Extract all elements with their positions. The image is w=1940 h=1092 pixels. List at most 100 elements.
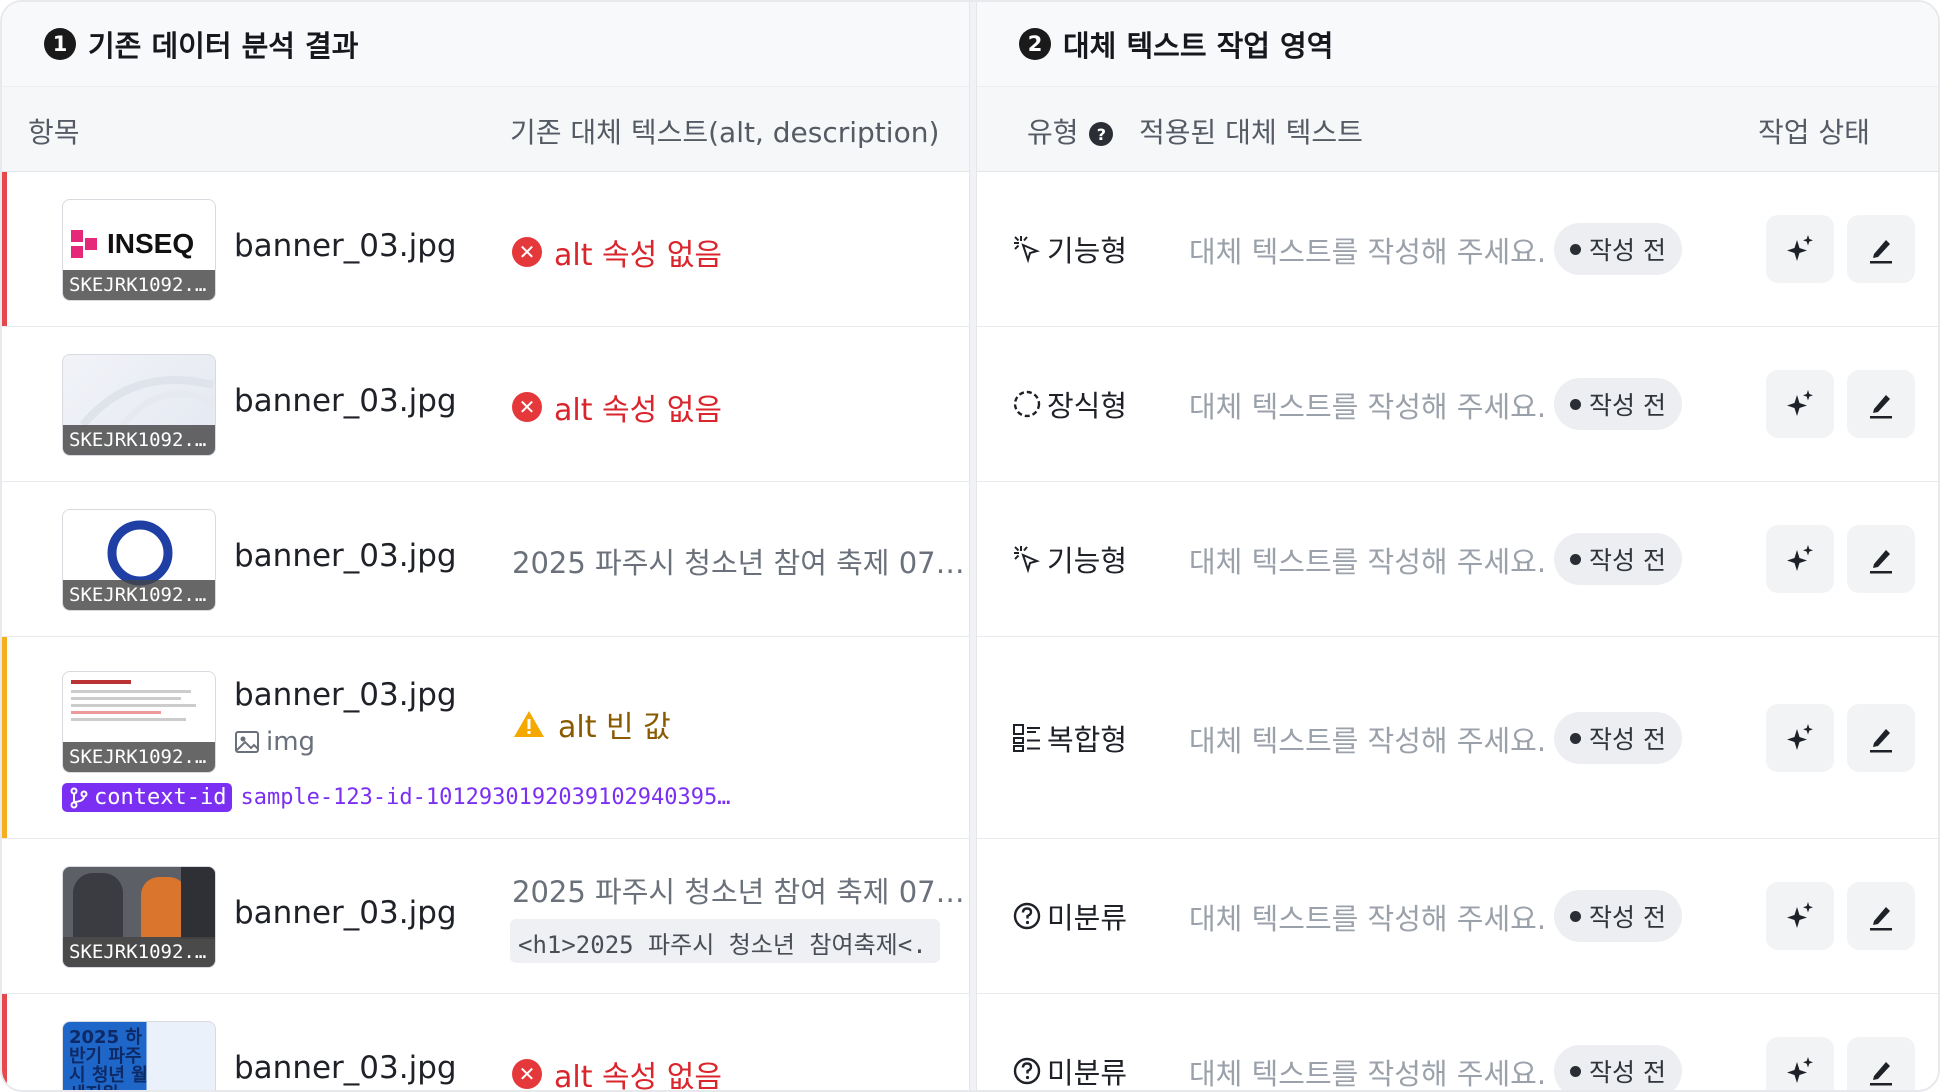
work-row: 기능형 대체 텍스트를 작성해 주세요. 작성 전 <box>977 482 1938 637</box>
dashed-circle-icon <box>1013 390 1041 418</box>
photo-person-shape <box>73 873 123 937</box>
element-type: img <box>234 727 315 757</box>
ai-generate-button[interactable] <box>1766 1037 1834 1090</box>
pencil-icon <box>1870 907 1892 931</box>
ai-generate-button[interactable] <box>1766 215 1834 283</box>
context-id-value: sample-123-id-1012930192039102940395… <box>240 785 731 810</box>
question-circle-icon <box>1013 902 1041 930</box>
alt-missing-status: ✕ alt 속성 없음 <box>512 230 722 274</box>
edit-button[interactable] <box>1847 1037 1915 1090</box>
thumbnail-id: SKEJRK1092... <box>63 937 215 967</box>
help-icon[interactable]: ? <box>1089 122 1114 146</box>
col-status-label: 작업 상태 <box>1758 116 1870 149</box>
pencil-icon <box>1870 729 1892 753</box>
existing-alt-text: 2025 파주시 청소년 참여 축제 07.1⋯ <box>512 875 967 909</box>
work-panel-header: 2 대체 텍스트 작업 영역 <box>977 2 1938 87</box>
col-applied-label: 적용된 대체 텍스트 <box>1139 116 1363 149</box>
status-badge: 작성 전 <box>1554 1045 1682 1090</box>
alt-text-input[interactable]: 대체 텍스트를 작성해 주세요. <box>1189 896 1546 938</box>
warning-accent <box>2 637 7 838</box>
alt-text-input[interactable]: 대체 텍스트를 작성해 주세요. <box>1189 1051 1546 1090</box>
step-number-1: 1 <box>44 28 76 60</box>
analysis-panel-header: 1 기존 데이터 분석 결과 <box>2 2 969 87</box>
work-row: 복합형 대체 텍스트를 작성해 주세요. 작성 전 <box>977 637 1938 839</box>
panel-divider[interactable] <box>969 2 977 1090</box>
analysis-panel-title: 기존 데이터 분석 결과 <box>88 29 359 63</box>
status-badge: 작성 전 <box>1554 378 1682 430</box>
ai-generate-button[interactable] <box>1766 704 1834 772</box>
type-decorative[interactable]: 장식형 <box>1011 383 1127 425</box>
type-functional[interactable]: 기능형 <box>1011 538 1127 580</box>
thumbnail[interactable]: SKEJRK1092... <box>62 354 216 456</box>
filename: banner_03.jpg <box>234 895 457 931</box>
step-number-2: 2 <box>1019 28 1051 60</box>
alt-text-input[interactable]: 대체 텍스트를 작성해 주세요. <box>1189 718 1546 760</box>
type-functional[interactable]: 기능형 <box>1011 228 1127 270</box>
thumbnail[interactable]: INSEQ SKEJRK1092... <box>62 199 216 301</box>
table-row[interactable]: SKEJRK1092... banner_03.jpg 2025 파주시 청소년… <box>2 482 969 637</box>
analysis-panel: 1 기존 데이터 분석 결과 항목 기존 대체 텍스트(alt, descrip… <box>2 2 969 1090</box>
table-row[interactable]: 2025 하반기 파주시 청년 월세지원 banner_03.jpg ✕ alt… <box>2 994 969 1090</box>
filename: banner_03.jpg <box>234 1050 457 1086</box>
pencil-icon <box>1870 240 1892 264</box>
edit-button[interactable] <box>1847 704 1915 772</box>
ai-generate-button[interactable] <box>1766 370 1834 438</box>
context-id-row: context-id sample-123-id-101293019203910… <box>62 783 731 812</box>
sparkle-icon <box>1787 235 1813 261</box>
thumbnail[interactable]: SKEJRK1092... <box>62 509 216 611</box>
type-unclassified[interactable]: 미분류 <box>1011 895 1127 937</box>
table-row[interactable]: SKEJRK1092... banner_03.jpg 2025 파주시 청소년… <box>2 839 969 994</box>
pencil-icon <box>1870 550 1892 574</box>
analysis-column-header: 항목 기존 대체 텍스트(alt, description) <box>2 87 969 172</box>
context-id-badge: context-id <box>62 783 233 812</box>
work-row: 미분류 대체 텍스트를 작성해 주세요. 작성 전 <box>977 994 1938 1090</box>
list-layout-icon <box>1013 724 1040 752</box>
document-preview <box>71 680 209 721</box>
error-accent <box>2 172 7 326</box>
alt-text-input[interactable]: 대체 텍스트를 작성해 주세요. <box>1189 229 1546 271</box>
thumbnail-id: SKEJRK1092... <box>63 425 215 455</box>
ring-graphic-icon <box>107 520 173 586</box>
ai-generate-button[interactable] <box>1766 525 1834 593</box>
alt-text-input[interactable]: 대체 텍스트를 작성해 주세요. <box>1189 384 1546 426</box>
edit-button[interactable] <box>1847 882 1915 950</box>
warning-icon <box>514 711 544 737</box>
work-row: 미분류 대체 텍스트를 작성해 주세요. 작성 전 <box>977 839 1938 994</box>
alt-missing-status: ✕ alt 속성 없음 <box>512 385 722 429</box>
table-row[interactable]: SKEJRK1092... banner_03.jpg ✕ alt 속성 없음 <box>2 327 969 482</box>
ai-generate-button[interactable] <box>1766 882 1834 950</box>
filename: banner_03.jpg <box>234 383 457 419</box>
type-unclassified[interactable]: 미분류 <box>1011 1050 1127 1090</box>
sparkle-icon <box>1787 545 1813 571</box>
filename: banner_03.jpg <box>234 228 457 264</box>
thumbnail[interactable]: SKEJRK1092... <box>62 866 216 968</box>
cursor-click-icon <box>1014 546 1040 574</box>
error-accent <box>2 994 7 1090</box>
sparkle-icon <box>1787 902 1813 928</box>
sparkle-icon <box>1787 724 1813 750</box>
edit-button[interactable] <box>1847 525 1915 593</box>
work-panel-title: 대체 텍스트 작업 영역 <box>1063 29 1334 63</box>
image-icon <box>235 731 259 753</box>
thumbnail[interactable]: 2025 하반기 파주시 청년 월세지원 <box>62 1021 216 1090</box>
alt-text-input[interactable]: 대체 텍스트를 작성해 주세요. <box>1189 539 1546 581</box>
type-complex[interactable]: 복합형 <box>1011 717 1127 759</box>
table-row[interactable]: INSEQ SKEJRK1092... banner_03.jpg ✕ alt … <box>2 172 969 327</box>
photo-background-shape <box>181 867 215 939</box>
thumbnail-id: SKEJRK1092... <box>63 580 215 610</box>
thumbnail[interactable]: SKEJRK1092... <box>62 671 216 773</box>
status-badge: 작성 전 <box>1554 712 1682 764</box>
thumbnail-poster-text: 2025 하반기 파주시 청년 월세지원 <box>69 1027 148 1090</box>
pencil-icon <box>1870 1062 1892 1086</box>
error-icon: ✕ <box>512 237 542 267</box>
alt-empty-status: alt 빈 값 <box>512 702 671 746</box>
cursor-click-icon <box>1014 236 1040 264</box>
table-row[interactable]: SKEJRK1092... banner_03.jpg img alt 빈 값 … <box>2 637 969 839</box>
edit-button[interactable] <box>1847 370 1915 438</box>
filename: banner_03.jpg <box>234 677 457 713</box>
sparkle-icon <box>1787 1057 1813 1083</box>
error-icon: ✕ <box>512 1059 542 1089</box>
error-icon: ✕ <box>512 392 542 422</box>
status-badge: 작성 전 <box>1554 890 1682 942</box>
edit-button[interactable] <box>1847 215 1915 283</box>
